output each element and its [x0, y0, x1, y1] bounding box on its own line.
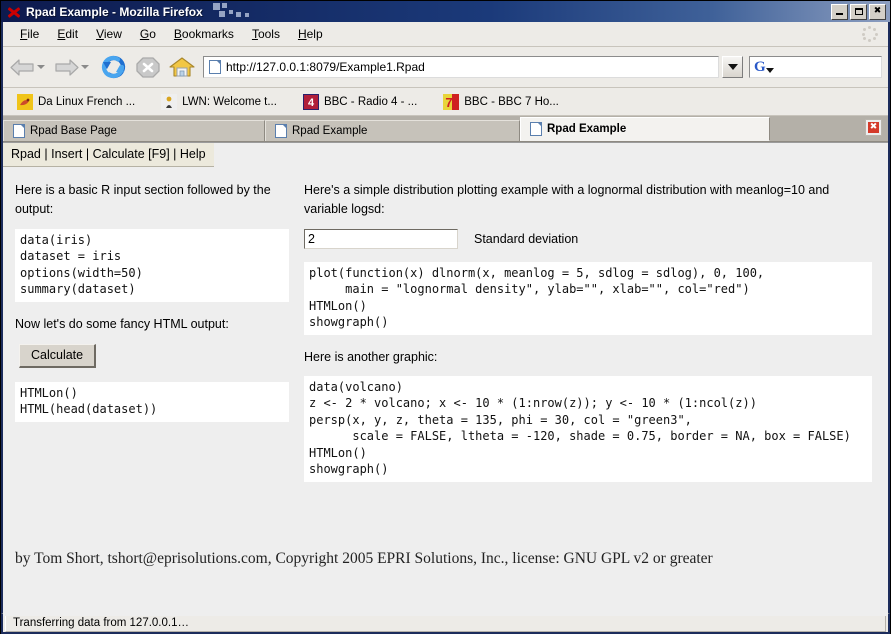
bookmark-item[interactable]: 7 BBC - BBC 7 Ho...	[443, 93, 559, 110]
close-button[interactable]: ✖	[869, 3, 886, 20]
url-dropdown-button[interactable]	[722, 56, 743, 78]
rpad-menu-separator: |	[82, 147, 93, 161]
stop-button[interactable]	[134, 54, 162, 80]
code-block-html[interactable]: HTMLon() HTML(head(dataset))	[15, 381, 289, 422]
page-footer: by Tom Short, tshort@eprisolutions.com, …	[15, 549, 713, 567]
bookmark-item[interactable]: 4 BBC - Radio 4 - ...	[302, 93, 418, 110]
code-block-iris[interactable]: data(iris) dataset = iris options(width=…	[15, 228, 289, 302]
back-dropdown-caret-icon[interactable]	[37, 65, 45, 69]
rpad-toolbar: Rpad | Insert | Calculate [F9] | Help	[3, 143, 214, 167]
bbc-radio4-favicon: 4	[302, 93, 319, 110]
rpad-menu-help[interactable]: Help	[180, 147, 206, 161]
tab-doc-icon	[530, 122, 542, 136]
menu-view[interactable]: View	[87, 25, 131, 43]
back-button[interactable]	[9, 55, 51, 80]
maximize-button[interactable]	[850, 3, 867, 20]
home-button[interactable]	[168, 54, 196, 80]
bbc7-favicon: 7	[443, 93, 460, 110]
tab-rpad-base-page[interactable]: Rpad Base Page	[3, 120, 265, 141]
svg-text:7: 7	[446, 95, 453, 110]
svg-text:4: 4	[308, 97, 315, 109]
titlebar-pixel-decoration	[209, 1, 831, 22]
rpad-menu-rpad[interactable]: Rpad	[11, 147, 41, 161]
reload-button[interactable]	[100, 54, 128, 80]
bookmark-item[interactable]: LWN: Welcome t...	[161, 93, 277, 110]
window-title: Rpad Example - Mozilla Firefox	[26, 4, 203, 19]
tab-rpad-example-2-active[interactable]: Rpad Example	[520, 117, 770, 141]
minimize-button[interactable]	[831, 3, 848, 20]
page-doc-icon	[209, 60, 221, 74]
tab-doc-icon	[13, 124, 25, 138]
standard-deviation-label: Standard deviation	[474, 231, 579, 246]
menu-help[interactable]: Help	[289, 25, 332, 43]
title-bar: Rpad Example - Mozilla Firefox ✖	[1, 1, 890, 22]
back-arrow-icon	[9, 55, 36, 80]
standard-deviation-row: Standard deviation	[304, 228, 872, 249]
tab-bar: Rpad Base Page Rpad Example Rpad Example…	[3, 116, 888, 142]
browser-window: Rpad Example - Mozilla Firefox ✖ File Ed…	[0, 0, 891, 634]
tab-label: Rpad Base Page	[30, 125, 117, 137]
browser-chrome: File Edit View Go Bookmarks Tools Help h…	[1, 22, 890, 616]
navigation-toolbar: http://127.0.0.1:8079/Example1.Rpad G	[3, 47, 888, 88]
tab-label: Rpad Example	[292, 125, 368, 137]
code-block-lognormal-plot[interactable]: plot(function(x) dlnorm(x, meanlog = 5, …	[304, 261, 872, 335]
bookmark-label: BBC - BBC 7 Ho...	[464, 95, 559, 108]
code-block-volcano-persp[interactable]: data(volcano) z <- 2 * volcano; x <- 10 …	[304, 375, 872, 482]
right-intro-text: Here's a simple distribution plotting ex…	[304, 183, 830, 217]
window-controls: ✖	[831, 3, 886, 20]
menu-go[interactable]: Go	[131, 25, 165, 43]
right-column: Here's a simple distribution plotting ex…	[297, 181, 888, 495]
rpad-menu-calculate[interactable]: Calculate [F9]	[93, 147, 170, 161]
search-bar[interactable]: G	[749, 56, 882, 78]
menu-file[interactable]: File	[11, 25, 48, 43]
search-engine-caret-icon[interactable]	[765, 67, 774, 73]
status-text: Transferring data from 127.0.0.1…	[5, 614, 886, 632]
left-intro-text: Here is a basic R input section followed…	[15, 183, 271, 217]
right-graphic-intro-text: Here is another graphic:	[304, 349, 438, 364]
bookmark-label: BBC - Radio 4 - ...	[323, 95, 418, 108]
bookmark-item[interactable]: Da Linux French ...	[17, 93, 136, 110]
url-text[interactable]: http://127.0.0.1:8079/Example1.Rpad	[226, 60, 425, 74]
forward-arrow-icon	[53, 55, 80, 80]
menu-bookmarks[interactable]: Bookmarks	[165, 25, 243, 43]
dlfp-favicon	[17, 93, 33, 110]
rpad-menu-insert[interactable]: Insert	[51, 147, 82, 161]
forward-dropdown-caret-icon[interactable]	[81, 65, 89, 69]
rpad-menu-separator: |	[40, 147, 52, 161]
url-bar[interactable]: http://127.0.0.1:8079/Example1.Rpad	[203, 56, 719, 78]
menu-bar: File Edit View Go Bookmarks Tools Help	[3, 22, 888, 47]
bookmark-label: Da Linux French ...	[38, 95, 136, 108]
tab-rpad-example-1[interactable]: Rpad Example	[265, 120, 520, 141]
menu-tools[interactable]: Tools	[243, 25, 289, 43]
rpad-menu-separator: |	[169, 147, 180, 161]
activity-indicator-icon	[862, 26, 878, 42]
google-logo-icon: G	[754, 58, 766, 75]
tab-label: Rpad Example	[547, 123, 627, 135]
bookmark-label: LWN: Welcome t...	[182, 95, 277, 108]
page-viewport: Rpad | Insert | Calculate [F9] | Help He…	[3, 142, 888, 616]
standard-deviation-input[interactable]	[304, 228, 458, 249]
tab-doc-icon	[275, 124, 287, 138]
forward-button[interactable]	[53, 55, 95, 80]
left-html-intro-text: Now let's do some fancy HTML output:	[15, 316, 229, 331]
bookmarks-toolbar: Da Linux French ... LWN: Welcome t... 4 …	[3, 88, 888, 116]
firefox-x-icon	[6, 4, 22, 20]
close-tab-button[interactable]: ✖	[865, 119, 882, 136]
lwn-favicon	[161, 93, 178, 110]
menu-edit[interactable]: Edit	[48, 25, 87, 43]
calculate-button[interactable]: Calculate	[19, 343, 97, 368]
content-columns: Here is a basic R input section followed…	[3, 167, 888, 495]
left-column: Here is a basic R input section followed…	[3, 181, 297, 495]
